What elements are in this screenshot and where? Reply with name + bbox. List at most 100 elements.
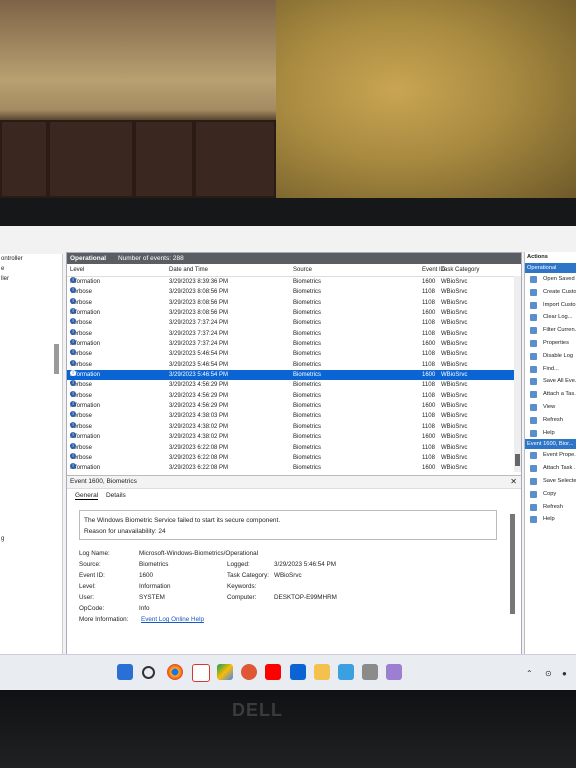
- action-item[interactable]: Disable Log: [525, 350, 576, 363]
- column-header-level[interactable]: Level: [70, 264, 84, 276]
- youtube-icon[interactable]: [265, 664, 281, 680]
- file-explorer-icon[interactable]: [314, 664, 330, 680]
- action-label: Attach a Tas...: [543, 391, 576, 398]
- close-icon[interactable]: ✕: [510, 476, 517, 488]
- action-icon: [530, 452, 537, 460]
- event-count: Number of events: 288: [117, 255, 184, 262]
- actions-section-event[interactable]: Event 1600, Bior...: [525, 439, 576, 450]
- column-header-task-category[interactable]: Task Category: [441, 264, 479, 276]
- source-cell: Biometrics: [293, 465, 322, 472]
- action-item[interactable]: Save All Eve...: [525, 375, 576, 388]
- table-row[interactable]: i Verbose 3/29/2023 7:37:24 PM Biometrics 11…: [67, 328, 521, 339]
- table-row[interactable]: i Verbose 3/29/2023 5:46:54 PM Biometrics 11…: [67, 349, 521, 359]
- gmail-icon[interactable]: [192, 664, 210, 682]
- grid-scrollbar[interactable]: [514, 276, 521, 472]
- tab-general[interactable]: General: [75, 492, 99, 500]
- action-item[interactable]: Refresh: [525, 414, 576, 427]
- action-item[interactable]: Refresh: [525, 501, 576, 514]
- chrome-tray-icon[interactable]: ●: [562, 669, 567, 678]
- verbose-icon: i: [70, 297, 76, 304]
- task-category-cell: WBioSrvc: [441, 320, 468, 327]
- table-row[interactable]: i Verbose 3/29/2023 4:56:29 PM Biometrics 11…: [67, 390, 521, 401]
- level-cell: i Information: [70, 432, 100, 442]
- action-item[interactable]: Event Prope...: [525, 449, 576, 462]
- source-value: Biometrics: [139, 561, 169, 568]
- google-drive-icon[interactable]: [217, 664, 233, 680]
- table-row[interactable]: i Information 3/29/2023 8:08:56 PM Biometri…: [67, 308, 521, 318]
- table-row[interactable]: i Information 3/29/2023 4:56:29 PM Biometri…: [67, 401, 521, 411]
- action-item[interactable]: Help: [525, 513, 576, 526]
- nav-item[interactable]: ller: [0, 274, 62, 284]
- action-label: Copy: [543, 490, 557, 497]
- action-item[interactable]: Create Custo...: [525, 286, 576, 299]
- task-category-cell: WBioSrvc: [441, 279, 468, 285]
- keywords-label: Keywords:: [227, 583, 257, 590]
- task-category-label: Task Category:: [227, 572, 269, 579]
- left-pane-scrollbar[interactable]: [54, 344, 59, 374]
- event-id-cell: 1108: [422, 361, 435, 368]
- nav-item[interactable]: e: [0, 264, 62, 274]
- table-row[interactable]: i Information 3/29/2023 8:39:36 PM Biometri…: [67, 277, 521, 287]
- logged-label: Logged:: [227, 561, 250, 568]
- action-item[interactable]: View: [525, 401, 576, 414]
- scroll-thumb[interactable]: [515, 454, 520, 466]
- action-item[interactable]: Help: [525, 427, 576, 440]
- action-item[interactable]: Attach Task ...: [525, 462, 576, 475]
- outlook-icon[interactable]: [290, 664, 306, 680]
- table-row[interactable]: i Information 3/29/2023 7:37:24 PM Biometri…: [67, 339, 521, 349]
- tab-details[interactable]: Details: [106, 492, 126, 499]
- table-row[interactable]: i Verbose 3/29/2023 4:56:29 PM Biometrics 11…: [67, 380, 521, 390]
- date-cell: 3/29/2023 5:46:54 PM: [169, 372, 229, 379]
- table-row[interactable]: i Verbose 3/29/2023 8:08:56 PM Biometrics 11…: [67, 297, 521, 308]
- chevron-up-icon[interactable]: ⌃: [526, 669, 533, 678]
- action-item[interactable]: Properties: [525, 337, 576, 350]
- action-item[interactable]: Open Saved ...: [525, 273, 576, 286]
- level-cell: i Information: [70, 370, 100, 380]
- action-label: Save All Eve...: [543, 378, 576, 385]
- column-header-source[interactable]: Source: [293, 264, 312, 276]
- action-item[interactable]: Find...: [525, 363, 576, 376]
- action-item[interactable]: Copy: [525, 488, 576, 501]
- action-item[interactable]: Attach a Tas...: [525, 388, 576, 401]
- action-item[interactable]: Save Selecte...: [525, 475, 576, 488]
- event-log-online-help-link[interactable]: Event Log Online Help: [141, 616, 204, 623]
- task-category-cell: WBioSrvc: [441, 372, 468, 379]
- remote-desktop-icon[interactable]: [338, 664, 354, 680]
- table-row[interactable]: i Verbose 3/29/2023 7:37:24 PM Biometrics 11…: [67, 318, 521, 328]
- table-row[interactable]: i Information 3/29/2023 5:46:54 PM Biometri…: [67, 370, 521, 381]
- action-icon: [530, 365, 537, 373]
- chrome-icon[interactable]: [167, 664, 183, 680]
- phone-link-icon[interactable]: [386, 664, 402, 680]
- nav-item[interactable]: ontroller: [0, 254, 62, 264]
- column-header-date[interactable]: Date and Time: [169, 264, 208, 276]
- table-row[interactable]: i Information 3/29/2023 4:38:02 PM Biometri…: [67, 432, 521, 442]
- event-grid: Level Date and Time Source Event ID Task…: [67, 264, 521, 474]
- table-row[interactable]: i Information 3/29/2023 6:22:08 PM Biometri…: [67, 463, 521, 473]
- printer-icon[interactable]: [362, 664, 378, 680]
- level-cell: i Information: [70, 277, 100, 287]
- action-item[interactable]: Clear Log...: [525, 311, 576, 324]
- windows-start-icon[interactable]: [117, 664, 133, 680]
- level-cell: i Verbose: [70, 287, 92, 297]
- table-row[interactable]: i Verbose 3/29/2023 5:46:54 PM Biometrics 11…: [67, 359, 521, 370]
- action-icon: [530, 516, 537, 524]
- detail-scrollbar[interactable]: [510, 514, 515, 614]
- action-item[interactable]: Filter Curren...: [525, 324, 576, 337]
- table-row[interactable]: i Verbose 3/29/2023 8:08:56 PM Biometrics 11…: [67, 287, 521, 297]
- table-row[interactable]: i Verbose 3/29/2023 6:22:08 PM Biometrics 11…: [67, 452, 521, 463]
- user-label: User:: [79, 594, 95, 601]
- event-id-cell: 1108: [422, 351, 435, 358]
- grid-header: Level Date and Time Source Event ID Task…: [67, 264, 521, 277]
- table-row[interactable]: i Verbose 3/29/2023 4:38:03 PM Biometrics 11…: [67, 411, 521, 421]
- action-icon: [530, 477, 537, 485]
- action-label: Help: [543, 516, 555, 523]
- search-icon[interactable]: [142, 666, 155, 679]
- network-icon[interactable]: ⊙: [545, 669, 552, 678]
- action-item[interactable]: Import Custo...: [525, 299, 576, 312]
- table-row[interactable]: i Verbose 3/29/2023 6:22:08 PM Biometrics 11…: [67, 442, 521, 453]
- duckduckgo-icon[interactable]: [241, 664, 257, 680]
- actions-section-operational[interactable]: Operational: [525, 263, 576, 273]
- table-row[interactable]: i Verbose 3/29/2023 4:38:02 PM Biometrics 11…: [67, 421, 521, 432]
- event-id-cell: 1108: [422, 444, 435, 451]
- event-message-box[interactable]: The Windows Biometric Service failed to …: [79, 510, 497, 540]
